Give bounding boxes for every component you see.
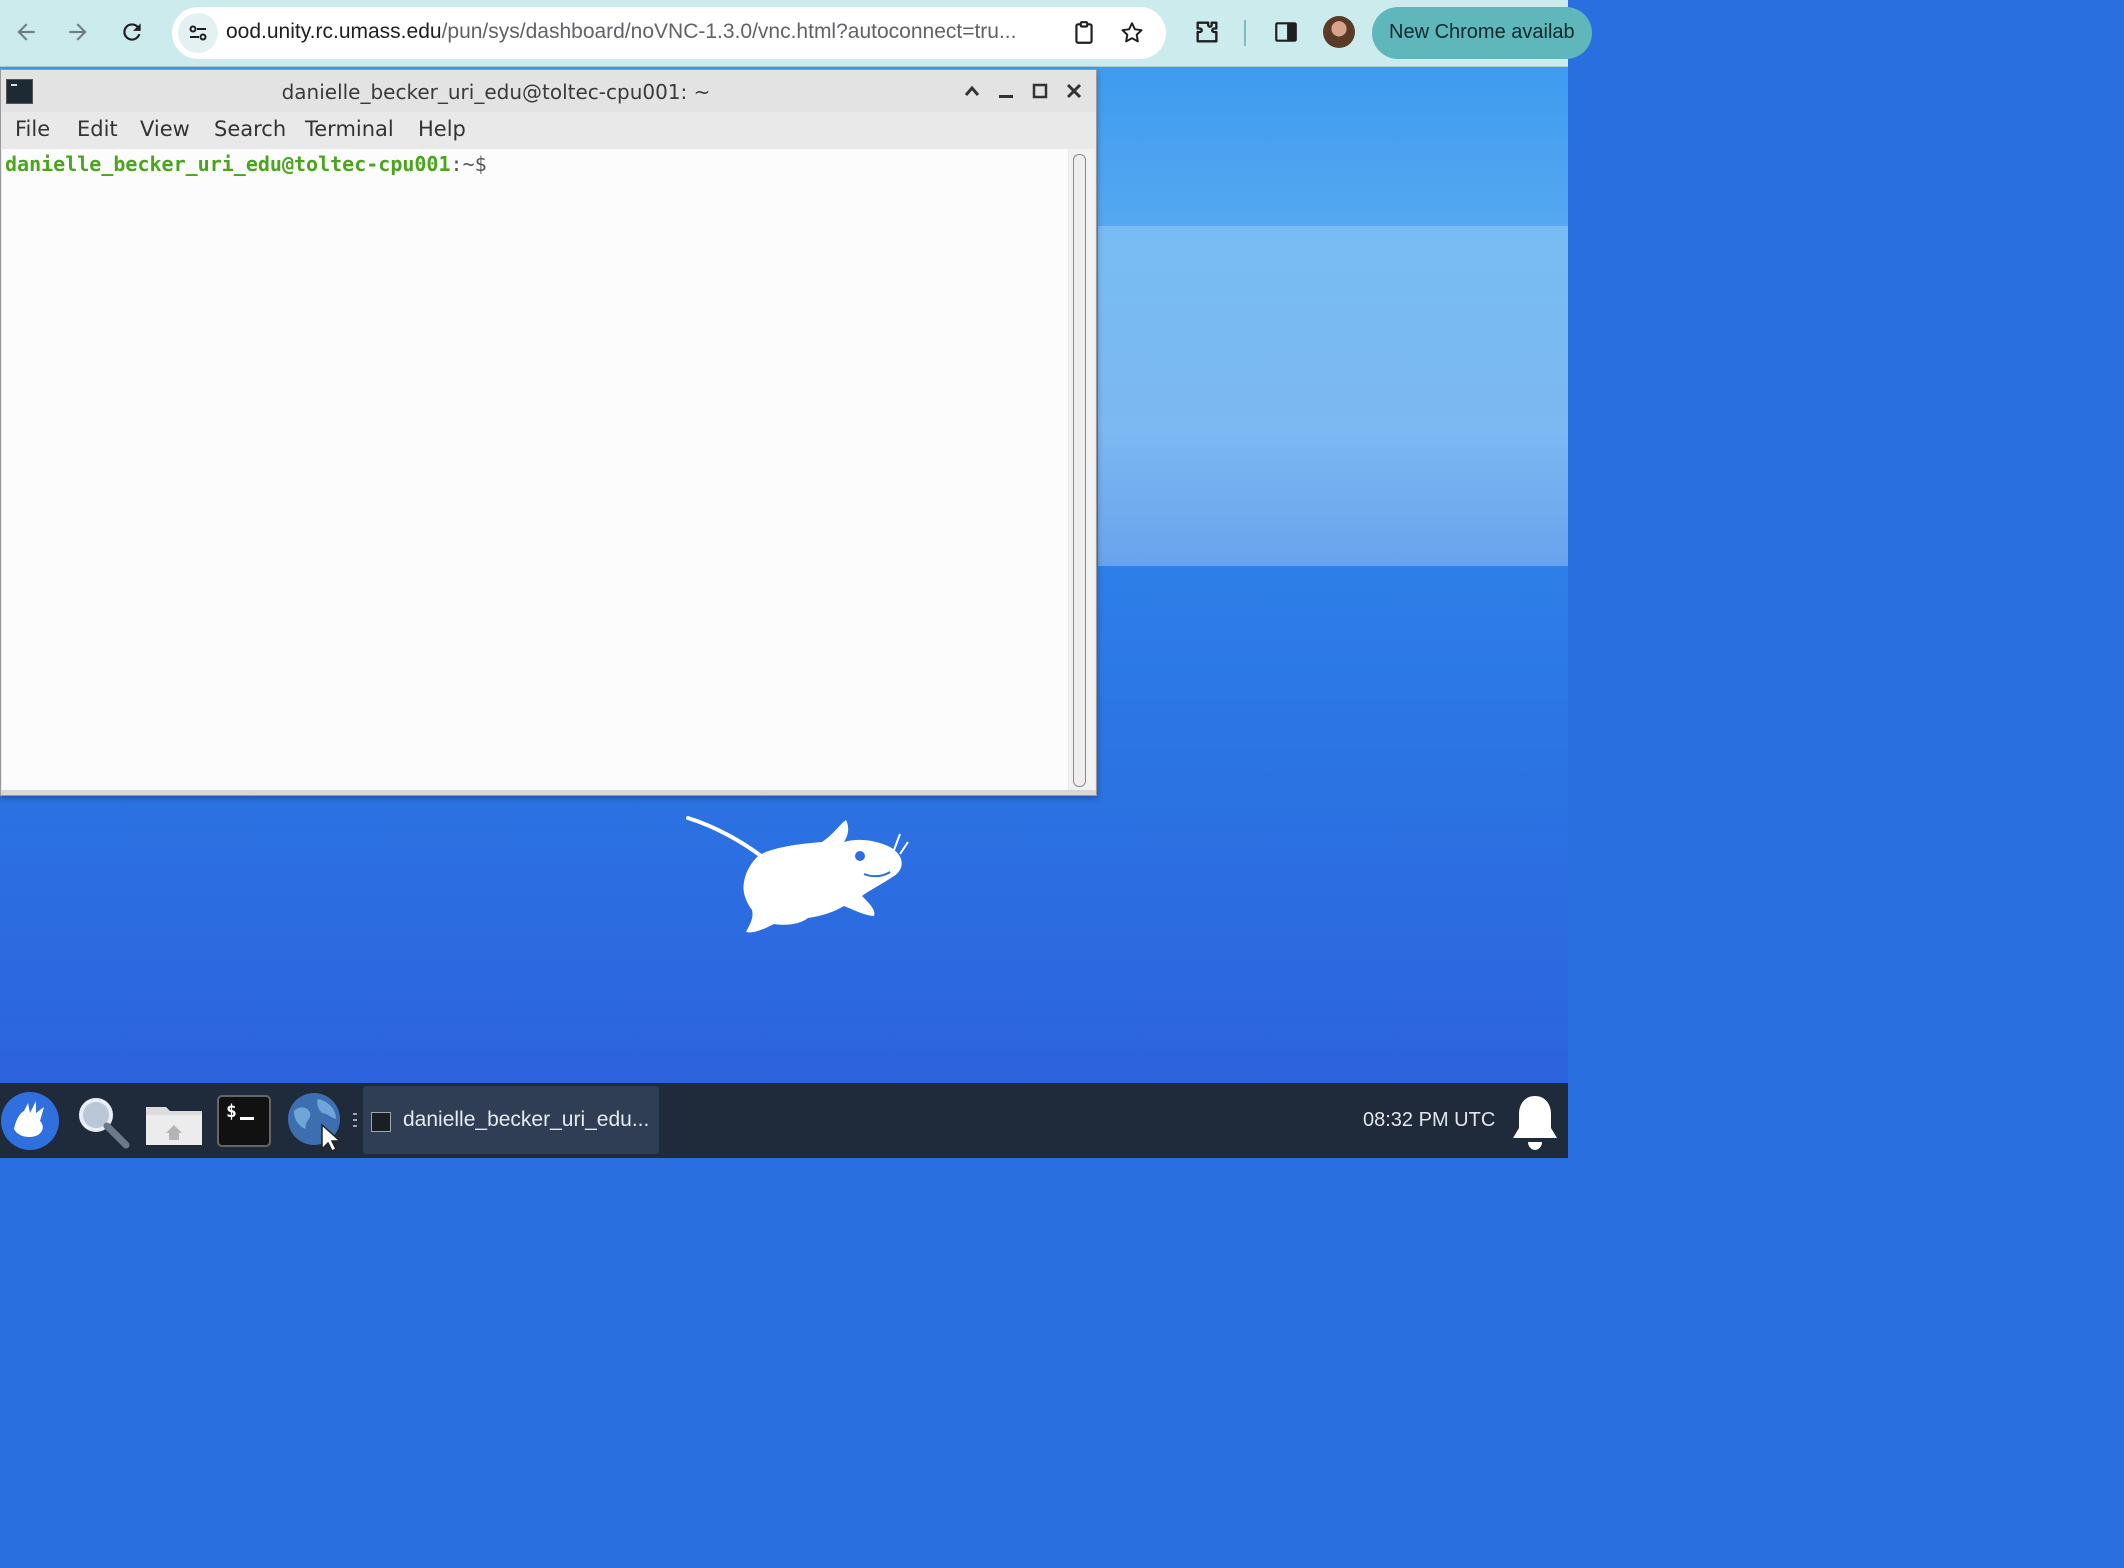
address-bar[interactable]: ood.unity.rc.umass.edu/pun/sys/dashboard… [172,7,1166,59]
notifications-button[interactable] [1508,1091,1562,1153]
taskbar-window-button[interactable]: danielle_becker_uri_edu... [363,1086,659,1154]
terminal-output[interactable]: danielle_becker_uri_edu@toltec-cpu001:~$ [2,149,1068,790]
panel-separator-icon [353,1113,357,1127]
svg-text:$: $ [226,1101,237,1122]
web-browser-launcher-button[interactable] [284,1091,344,1151]
menu-help[interactable]: Help [418,117,466,141]
site-info-button[interactable] [178,13,218,53]
close-icon [1066,83,1082,99]
file-manager-button[interactable] [144,1091,204,1151]
clock[interactable]: 08:32 PM UTC [1363,1109,1495,1132]
search-icon [79,1098,130,1149]
reload-button[interactable] [112,12,152,52]
close-button[interactable] [1063,80,1085,102]
xfce-panel: $ danielle_becker_uri_edu... 08:32 PM UT… [0,1083,1568,1158]
prompt-user-host: danielle_becker_uri_edu@toltec-cpu001 [5,152,451,176]
terminal-window-mini-icon [371,1112,391,1132]
chrome-update-button[interactable]: New Chrome availab [1372,7,1592,59]
web-browser-icon [288,1093,342,1151]
clipboard-icon [1075,21,1093,44]
side-panel-button[interactable] [1268,14,1304,50]
menu-terminal[interactable]: Terminal [305,117,394,141]
menu-search[interactable]: Search [214,117,286,141]
maximize-icon [1032,83,1048,99]
terminal-title: danielle_becker_uri_edu@toltec-cpu001: ~ [281,80,711,104]
extensions-icon [1196,21,1218,43]
bookmark-star-button[interactable] [1116,17,1148,49]
wallpaper-band [1098,226,1568,566]
prompt-path: :~$ [450,152,487,176]
chrome-update-label: New Chrome availab [1389,21,1575,43]
url-text[interactable]: ood.unity.rc.umass.edu/pun/sys/dashboard… [226,20,1016,44]
toolbar-divider [1244,20,1246,46]
minimize-button[interactable] [995,80,1017,102]
menu-edit[interactable]: Edit [77,117,118,141]
menu-file[interactable]: File [15,117,50,141]
terminal-window-border [1,790,1096,795]
side-panel-icon [1275,22,1297,42]
url-path: /pun/sys/dashboard/noVNC-1.3.0/vnc.html?… [441,20,1017,43]
profile-avatar[interactable] [1323,16,1355,48]
xfce-menu-icon [1,1092,59,1150]
wallpaper-band-top [1098,67,1568,226]
home-folder-icon [146,1107,202,1145]
taskbar-window-label: danielle_becker_uri_edu... [403,1108,650,1131]
terminal-menubar: File Edit View Search Terminal Help [1,112,1096,148]
star-icon [1121,22,1143,43]
site-info-icon [189,25,207,41]
back-button[interactable] [6,12,46,52]
shade-button[interactable] [961,80,983,102]
maximize-button[interactable] [1029,80,1051,102]
terminal-icon: $ [217,1095,271,1147]
clipboard-button[interactable] [1068,17,1100,49]
reload-icon [123,23,141,41]
forward-button[interactable] [58,12,98,52]
bell-icon [1513,1096,1557,1150]
menu-view[interactable]: View [140,117,190,141]
browser-toolbar: ood.unity.rc.umass.edu/pun/sys/dashboard… [0,0,1592,67]
back-icon [17,23,35,41]
url-host: ood.unity.rc.umass.edu [226,20,442,43]
terminal-scrollbar-thumb[interactable] [1073,154,1086,787]
terminal-titlebar[interactable]: danielle_becker_uri_edu@toltec-cpu001: ~ [1,70,1096,112]
xfce-mouse-logo [686,816,909,933]
chevron-up-icon [964,85,980,96]
terminal-launcher-button[interactable]: $ [214,1091,274,1151]
minimize-icon [999,95,1013,98]
shell-prompt: danielle_becker_uri_edu@toltec-cpu001:~$ [5,152,487,176]
terminal-window[interactable]: danielle_becker_uri_edu@toltec-cpu001: ~… [0,69,1097,796]
forward-icon [69,23,87,41]
app-finder-button[interactable] [72,1091,132,1151]
applications-menu-button[interactable] [0,1091,60,1151]
extensions-button[interactable] [1189,14,1225,50]
